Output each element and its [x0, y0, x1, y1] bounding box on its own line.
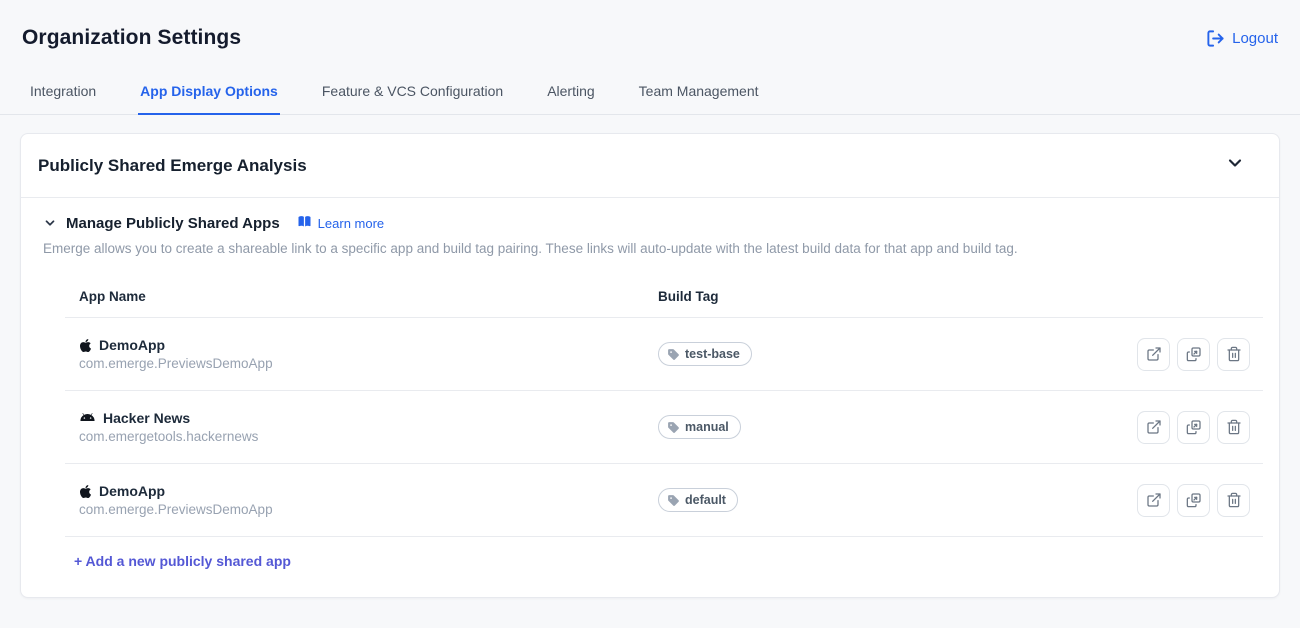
copy-link-button[interactable] [1177, 484, 1210, 517]
settings-tabbar: Integration App Display Options Feature … [0, 83, 1300, 115]
tag-icon [667, 421, 680, 434]
learn-more-link[interactable]: Learn more [297, 214, 384, 232]
trash-icon-button[interactable] [1217, 338, 1250, 371]
logout-icon [1206, 29, 1225, 48]
tab-alerting[interactable]: Alerting [545, 83, 596, 115]
page-header: Organization Settings Logout [0, 0, 1300, 50]
card-header-toggle[interactable]: Publicly Shared Emerge Analysis [21, 134, 1279, 198]
add-publicly-shared-app-link[interactable]: + Add a new publicly shared app [74, 553, 291, 569]
build-tag-cell: default [658, 488, 1137, 512]
manage-apps-section-header: Manage Publicly Shared Apps Learn more [37, 214, 1263, 232]
apple-icon [79, 338, 92, 353]
app-cell: DemoApp com.emerge.PreviewsDemoApp [79, 337, 658, 371]
build-tag-pill: test-base [658, 342, 752, 366]
card-title: Publicly Shared Emerge Analysis [38, 156, 307, 176]
table-row: DemoApp com.emerge.PreviewsDemoApp test-… [65, 318, 1263, 391]
build-tag-cell: manual [658, 415, 1137, 439]
trash-icon-button[interactable] [1217, 411, 1250, 444]
page-title: Organization Settings [22, 26, 241, 50]
logout-button[interactable]: Logout [1206, 29, 1278, 48]
add-row: + Add a new publicly shared app [65, 537, 1263, 573]
section-title: Manage Publicly Shared Apps [66, 215, 280, 232]
bundle-id: com.emerge.PreviewsDemoApp [79, 502, 658, 517]
learn-more-label: Learn more [318, 216, 384, 231]
build-tag-label: test-base [685, 347, 740, 361]
build-tag-label: default [685, 493, 726, 507]
build-tag-label: manual [685, 420, 729, 434]
apple-icon [79, 484, 92, 499]
open-external-button[interactable] [1137, 338, 1170, 371]
table-header-row: App Name Build Tag [65, 277, 1263, 318]
build-tag-pill: manual [658, 415, 741, 439]
logout-label: Logout [1232, 30, 1278, 47]
publicly-shared-card: Publicly Shared Emerge Analysis Manage P… [20, 133, 1280, 598]
tag-icon [667, 348, 680, 361]
table-row: Hacker News com.emergetools.hackernews m… [65, 391, 1263, 464]
copy-link-button[interactable] [1177, 411, 1210, 444]
section-description: Emerge allows you to create a shareable … [43, 241, 1263, 256]
book-icon [297, 214, 312, 232]
table-row: DemoApp com.emerge.PreviewsDemoApp defau… [65, 464, 1263, 537]
row-actions [1137, 484, 1250, 517]
tab-feature-vcs-configuration[interactable]: Feature & VCS Configuration [320, 83, 505, 115]
chevron-down-icon[interactable] [1225, 153, 1245, 178]
build-tag-pill: default [658, 488, 738, 512]
card-body: Manage Publicly Shared Apps Learn more E… [21, 198, 1279, 597]
bundle-id: com.emergetools.hackernews [79, 429, 658, 444]
build-tag-cell: test-base [658, 342, 1137, 366]
app-cell: Hacker News com.emergetools.hackernews [79, 410, 658, 444]
open-external-button[interactable] [1137, 484, 1170, 517]
app-name: Hacker News [103, 410, 190, 426]
chevron-down-icon[interactable] [43, 216, 57, 230]
android-icon [79, 412, 96, 425]
bundle-id: com.emerge.PreviewsDemoApp [79, 356, 658, 371]
column-header-app-name: App Name [79, 289, 658, 304]
app-name: DemoApp [99, 337, 165, 353]
tag-icon [667, 494, 680, 507]
row-actions [1137, 338, 1250, 371]
copy-link-button[interactable] [1177, 338, 1210, 371]
row-actions [1137, 411, 1250, 444]
trash-icon-button[interactable] [1217, 484, 1250, 517]
column-header-build-tag: Build Tag [658, 289, 1250, 304]
app-name: DemoApp [99, 483, 165, 499]
shared-apps-table: App Name Build Tag DemoApp com.emerge.Pr… [65, 277, 1263, 573]
tab-app-display-options[interactable]: App Display Options [138, 83, 280, 115]
tab-integration[interactable]: Integration [28, 83, 98, 115]
tab-team-management[interactable]: Team Management [637, 83, 761, 115]
open-external-button[interactable] [1137, 411, 1170, 444]
app-cell: DemoApp com.emerge.PreviewsDemoApp [79, 483, 658, 517]
